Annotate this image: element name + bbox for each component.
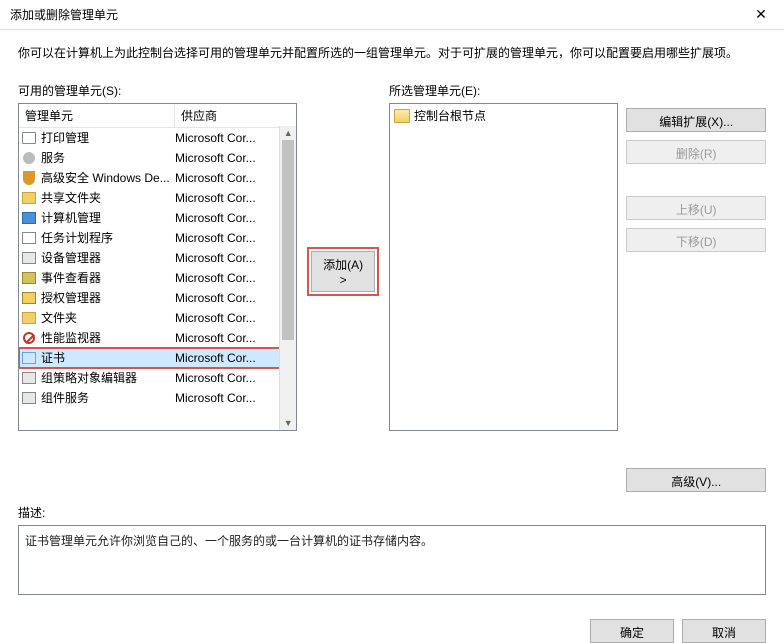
snapin-name: 服务 bbox=[41, 149, 175, 167]
ok-button[interactable]: 确定 bbox=[590, 619, 674, 643]
selected-label: 所选管理单元(E): bbox=[389, 82, 618, 99]
remove-button[interactable]: 删除(R) bbox=[626, 140, 766, 164]
snapin-vendor: Microsoft Cor... bbox=[175, 289, 294, 307]
snapin-name: 共享文件夹 bbox=[41, 189, 175, 207]
tree-root-label: 控制台根节点 bbox=[414, 107, 486, 124]
close-button[interactable]: ✕ bbox=[738, 0, 784, 30]
list-item[interactable]: 文件夹Microsoft Cor... bbox=[19, 308, 296, 328]
snapin-name: 事件查看器 bbox=[41, 269, 175, 287]
list-item[interactable]: 组策略对象编辑器Microsoft Cor... bbox=[19, 368, 296, 388]
snapin-icon bbox=[21, 370, 37, 386]
snapin-name: 性能监视器 bbox=[41, 329, 175, 347]
snapin-name: 授权管理器 bbox=[41, 289, 175, 307]
snapin-icon bbox=[21, 210, 37, 226]
available-label: 可用的管理单元(S): bbox=[18, 82, 297, 99]
add-button-highlight: 添加(A) > bbox=[307, 247, 379, 296]
window-title: 添加或删除管理单元 bbox=[10, 6, 118, 23]
list-item[interactable]: 高级安全 Windows De...Microsoft Cor... bbox=[19, 168, 296, 188]
snapin-icon bbox=[21, 390, 37, 406]
snapin-vendor: Microsoft Cor... bbox=[175, 149, 294, 167]
snapin-name: 组件服务 bbox=[41, 389, 175, 407]
tree-root-item[interactable]: 控制台根节点 bbox=[392, 106, 615, 125]
snapin-icon bbox=[21, 350, 37, 366]
selected-listbox[interactable]: 控制台根节点 bbox=[389, 103, 618, 431]
scroll-up-icon[interactable]: ▲ bbox=[280, 126, 296, 140]
dialog-content: 你可以在计算机上为此控制台选择可用的管理单元并配置所选的一组管理单元。对于可扩展… bbox=[0, 30, 784, 605]
scroll-down-icon[interactable]: ▼ bbox=[280, 416, 296, 430]
add-button[interactable]: 添加(A) > bbox=[311, 251, 375, 292]
intro-text: 你可以在计算机上为此控制台选择可用的管理单元并配置所选的一组管理单元。对于可扩展… bbox=[18, 44, 766, 62]
snapin-name: 证书 bbox=[41, 349, 175, 367]
list-item[interactable]: 任务计划程序Microsoft Cor... bbox=[19, 228, 296, 248]
snapin-icon bbox=[21, 130, 37, 146]
list-item[interactable]: 共享文件夹Microsoft Cor... bbox=[19, 188, 296, 208]
list-body: 打印管理Microsoft Cor...服务Microsoft Cor...高级… bbox=[19, 128, 296, 431]
snapin-name: 文件夹 bbox=[41, 309, 175, 327]
snapin-icon bbox=[21, 230, 37, 246]
snapin-name: 设备管理器 bbox=[41, 249, 175, 267]
edit-extensions-button[interactable]: 编辑扩展(X)... bbox=[626, 108, 766, 132]
folder-icon bbox=[394, 109, 410, 123]
snapin-icon bbox=[21, 290, 37, 306]
snapin-icon bbox=[21, 330, 37, 346]
list-item[interactable]: 计算机管理Microsoft Cor... bbox=[19, 208, 296, 228]
snapin-icon bbox=[21, 190, 37, 206]
available-listbox[interactable]: 管理单元 供应商 打印管理Microsoft Cor...服务Microsoft… bbox=[18, 103, 297, 431]
snapin-vendor: Microsoft Cor... bbox=[175, 329, 294, 347]
list-item[interactable]: 打印管理Microsoft Cor... bbox=[19, 128, 296, 148]
snapin-vendor: Microsoft Cor... bbox=[175, 249, 294, 267]
snapin-vendor: Microsoft Cor... bbox=[175, 169, 294, 187]
snapin-name: 任务计划程序 bbox=[41, 229, 175, 247]
cancel-button[interactable]: 取消 bbox=[682, 619, 766, 643]
move-up-button[interactable]: 上移(U) bbox=[626, 196, 766, 220]
snapin-vendor: Microsoft Cor... bbox=[175, 209, 294, 227]
description-box: 证书管理单元允许你浏览自己的、一个服务的或一台计算机的证书存储内容。 bbox=[18, 525, 766, 595]
list-item[interactable]: 设备管理器Microsoft Cor... bbox=[19, 248, 296, 268]
snapin-name: 高级安全 Windows De... bbox=[41, 169, 175, 187]
list-item[interactable]: 组件服务Microsoft Cor... bbox=[19, 388, 296, 408]
snapin-vendor: Microsoft Cor... bbox=[175, 229, 294, 247]
snapin-name: 组策略对象编辑器 bbox=[41, 369, 175, 387]
close-icon: ✕ bbox=[755, 6, 767, 23]
advanced-button[interactable]: 高级(V)... bbox=[626, 468, 766, 492]
snapin-name: 计算机管理 bbox=[41, 209, 175, 227]
dialog-footer: 确定 取消 bbox=[0, 605, 784, 643]
snapin-vendor: Microsoft Cor... bbox=[175, 369, 294, 387]
scrollbar[interactable]: ▲ ▼ bbox=[279, 126, 296, 430]
snapin-vendor: Microsoft Cor... bbox=[175, 269, 294, 287]
list-header: 管理单元 供应商 bbox=[19, 104, 296, 128]
snapin-icon bbox=[21, 310, 37, 326]
col-header-vendor[interactable]: 供应商 bbox=[175, 104, 296, 127]
snapin-vendor: Microsoft Cor... bbox=[175, 389, 294, 407]
snapin-icon bbox=[21, 250, 37, 266]
snapin-vendor: Microsoft Cor... bbox=[175, 309, 294, 327]
snapin-vendor: Microsoft Cor... bbox=[175, 349, 294, 367]
snapin-icon bbox=[21, 270, 37, 286]
scroll-thumb[interactable] bbox=[282, 140, 294, 340]
list-item[interactable]: 服务Microsoft Cor... bbox=[19, 148, 296, 168]
snapin-name: 打印管理 bbox=[41, 129, 175, 147]
description-text: 证书管理单元允许你浏览自己的、一个服务的或一台计算机的证书存储内容。 bbox=[25, 534, 433, 548]
list-item[interactable]: 性能监视器Microsoft Cor... bbox=[19, 328, 296, 348]
titlebar: 添加或删除管理单元 ✕ bbox=[0, 0, 784, 30]
list-item[interactable]: 证书Microsoft Cor... bbox=[19, 348, 296, 368]
snapin-vendor: Microsoft Cor... bbox=[175, 129, 294, 147]
list-item[interactable]: 事件查看器Microsoft Cor... bbox=[19, 268, 296, 288]
move-down-button[interactable]: 下移(D) bbox=[626, 228, 766, 252]
col-header-name[interactable]: 管理单元 bbox=[19, 104, 175, 127]
snapin-icon bbox=[21, 170, 37, 186]
description-label: 描述: bbox=[18, 504, 766, 521]
snapin-vendor: Microsoft Cor... bbox=[175, 189, 294, 207]
snapin-icon bbox=[21, 150, 37, 166]
list-item[interactable]: 授权管理器Microsoft Cor... bbox=[19, 288, 296, 308]
